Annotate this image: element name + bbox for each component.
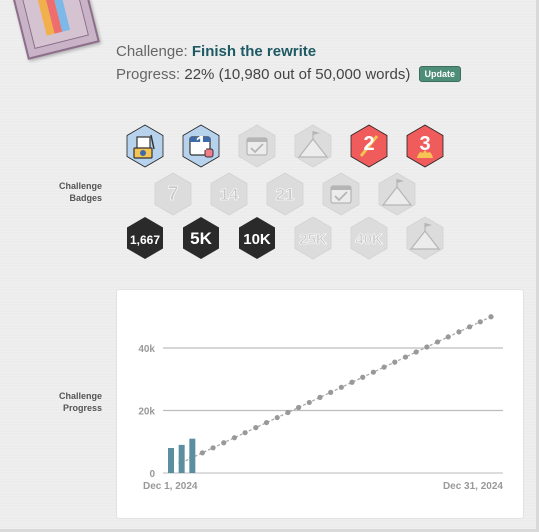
- target-pace-point[interactable]: [328, 389, 334, 395]
- badge-streak-2[interactable]: 2: [347, 124, 391, 168]
- progress-chart: 0 20k 40k Dec 1, 2024 Dec 31, 2024: [138, 314, 503, 492]
- target-pace-point[interactable]: [317, 394, 323, 400]
- calendar-check-icon: [246, 137, 268, 156]
- target-pace-point[interactable]: [370, 369, 377, 375]
- challenge-label: Challenge:: [116, 43, 188, 60]
- badge-words-10k[interactable]: 10K: [235, 216, 279, 260]
- target-pace-point[interactable]: [231, 435, 238, 441]
- badge-mountain-flag-2[interactable]: [375, 172, 419, 216]
- target-pace-point[interactable]: [210, 445, 216, 451]
- challenge-name-link[interactable]: Finish the rewrite: [192, 43, 316, 60]
- badge-text: 7: [167, 183, 178, 205]
- progress-label: Progress:: [116, 66, 181, 83]
- target-pace-point[interactable]: [295, 404, 302, 411]
- progress-chart-card: 0 20k 40k Dec 1, 2024 Dec 31, 2024: [116, 289, 524, 519]
- badge-words-25k[interactable]: 25K: [291, 216, 335, 260]
- badge-streak-21[interactable]: 21: [263, 172, 307, 216]
- progress-bar-day-2[interactable]: [178, 444, 185, 473]
- target-pace-point[interactable]: [392, 359, 398, 365]
- target-pace-point[interactable]: [456, 329, 462, 335]
- badge-text: 40K: [355, 231, 383, 248]
- target-pace-point[interactable]: [274, 414, 280, 421]
- target-pace-point[interactable]: [413, 349, 419, 355]
- target-pace-point[interactable]: [285, 409, 291, 416]
- target-pace-point[interactable]: [467, 324, 473, 330]
- badge-calendar-one[interactable]: 1: [179, 124, 223, 168]
- progress-line: Progress: 22% (10,980 out of 50,000 word…: [116, 66, 462, 83]
- target-pace-point[interactable]: [338, 384, 344, 390]
- y-tick-label: 0: [149, 469, 155, 480]
- progress-value: 22% (10,980 out of 50,000 words): [184, 66, 411, 83]
- badge-words-1667[interactable]: 1,667: [123, 216, 167, 260]
- badges-section-label: Challenge Badges: [58, 181, 102, 203]
- target-pace-point[interactable]: [263, 419, 270, 426]
- badge-text: 1,667: [130, 233, 160, 247]
- badge-text: 25K: [299, 231, 327, 248]
- badge-text: 1: [195, 133, 206, 155]
- badge-text: 21: [276, 185, 295, 204]
- target-pace-point[interactable]: [221, 440, 227, 446]
- badge-calendar-check-2[interactable]: [319, 172, 363, 216]
- challenge-line: Challenge: Finish the rewrite: [116, 43, 316, 60]
- project-cover-image[interactable]: [10, 0, 100, 60]
- target-pace-point[interactable]: [349, 379, 355, 385]
- target-pace-point[interactable]: [402, 354, 409, 360]
- badge-text: 2: [363, 133, 374, 155]
- badge-text: 14: [220, 185, 239, 204]
- progress-bar-day-3[interactable]: [189, 438, 196, 473]
- badge-writing-on-device[interactable]: [123, 124, 167, 168]
- target-pace-point[interactable]: [445, 334, 451, 340]
- badge-text: 5K: [190, 229, 212, 248]
- target-pace-point[interactable]: [434, 339, 441, 345]
- x-end-label: Dec 31, 2024: [443, 481, 503, 492]
- target-pace-point[interactable]: [253, 425, 259, 431]
- target-pace-point[interactable]: [488, 314, 494, 320]
- target-pace-point[interactable]: [424, 344, 430, 350]
- target-pace-point[interactable]: [306, 399, 312, 406]
- progress-section-label: Challenge Progress: [58, 391, 102, 413]
- x-start-label: Dec 1, 2024: [143, 481, 198, 492]
- badge-mountain-flag[interactable]: [291, 124, 335, 168]
- y-tick-label: 20k: [138, 407, 155, 418]
- target-pace-point[interactable]: [360, 374, 366, 380]
- target-pace-point[interactable]: [381, 364, 387, 370]
- y-tick-label: 40k: [138, 344, 155, 355]
- progress-bar-day-1[interactable]: [168, 448, 174, 473]
- badge-streak-14[interactable]: 14: [207, 172, 251, 216]
- badge-text: 3: [419, 133, 430, 155]
- target-pace-point[interactable]: [477, 319, 483, 325]
- update-button[interactable]: Update: [418, 66, 462, 82]
- badge-calendar-check[interactable]: [235, 124, 279, 168]
- badge-words-5k[interactable]: 5K: [179, 216, 223, 260]
- badge-text: 10K: [243, 231, 271, 248]
- badge-words-40k[interactable]: 40K: [347, 216, 391, 260]
- target-pace-point[interactable]: [242, 430, 248, 436]
- badge-streak-3[interactable]: 3: [403, 124, 447, 168]
- badge-words-50k-peak[interactable]: [403, 216, 447, 260]
- badge-streak-7[interactable]: 7: [151, 172, 195, 216]
- calendar-check-icon: [330, 185, 352, 204]
- target-pace-line: [180, 316, 492, 464]
- target-pace-point[interactable]: [199, 450, 205, 456]
